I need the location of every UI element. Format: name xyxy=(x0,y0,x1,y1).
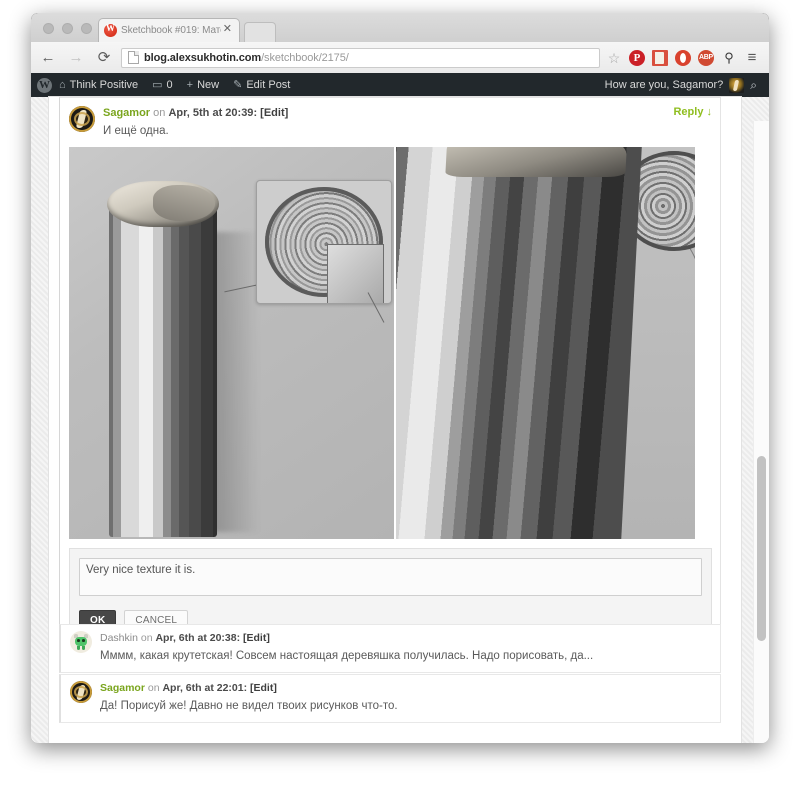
comment-root: Sagamor on Apr, 5th at 20:39: [Edit] И е… xyxy=(59,97,721,651)
desk-lamp-icon[interactable]: ⚲ xyxy=(721,50,737,66)
bookmark-star-icon[interactable]: ☆ xyxy=(606,50,622,66)
comment-meta: Sagamor on Apr, 6th at 22:01: [Edit] xyxy=(100,682,277,694)
adminbar-account-area: How are you, Sagamor? ⌕ xyxy=(605,77,769,93)
avatar[interactable] xyxy=(729,77,745,93)
tree-ring-wedge xyxy=(326,244,384,303)
adminbar-site-name[interactable]: ⌂ Think Positive xyxy=(52,73,145,97)
comment-header: Sagamor on Apr, 5th at 20:39: [Edit] И е… xyxy=(69,106,712,140)
chrome-menu-icon[interactable]: ≡ xyxy=(744,49,760,66)
new-tab-button[interactable] xyxy=(244,22,276,43)
close-window-button[interactable] xyxy=(43,23,54,34)
log-drawing-closeup xyxy=(396,147,643,539)
reply-textarea[interactable] xyxy=(79,558,702,596)
log-drawing xyxy=(107,181,219,537)
extension-icons: ☆ P ABP ⚲ ≡ xyxy=(606,49,769,66)
comment-edit-link[interactable]: [Edit] xyxy=(250,682,277,694)
comment-bubble-icon: ▭ xyxy=(152,78,163,91)
comments-count: 0 xyxy=(166,79,173,91)
browser-window: Sketchbook #019: Матери ✕ ← → ⟳ blog.ale… xyxy=(31,13,769,743)
comment-edit-link[interactable]: [Edit] xyxy=(260,107,288,119)
page-scrollbar[interactable] xyxy=(753,121,769,743)
comment-on-word: on xyxy=(147,682,160,694)
comment-header: Sagamor on Apr, 6th at 22:01: [Edit] Да!… xyxy=(70,681,712,715)
comment-date: Apr, 6th at 20:38 xyxy=(155,632,237,644)
edit-post-label: Edit Post xyxy=(246,79,291,91)
window-traffic-lights[interactable] xyxy=(43,23,92,34)
comment-author[interactable]: Dashkin xyxy=(100,632,138,644)
minimize-window-button[interactable] xyxy=(62,23,73,34)
comment-author[interactable]: Sagamor xyxy=(103,107,150,119)
reply-link[interactable]: Reply ↓ xyxy=(673,106,712,118)
comment-reply-sagamor: Sagamor on Apr, 6th at 22:01: [Edit] Да!… xyxy=(59,674,721,723)
greeting-label[interactable]: How are you, Sagamor? xyxy=(605,79,724,91)
sketch-image-log-overview[interactable] xyxy=(69,147,394,539)
maximize-window-button[interactable] xyxy=(81,23,92,34)
screenshot-root: Sketchbook #019: Матери ✕ ← → ⟳ blog.ale… xyxy=(0,0,800,795)
sketch-image-grain-closeup[interactable] xyxy=(396,147,695,539)
pencil-icon: ✎ xyxy=(233,78,243,91)
adminbar-edit-post[interactable]: ✎ Edit Post xyxy=(226,73,297,97)
page-viewport: W ⌂ Think Positive ▭ 0 + New ✎ Edit Post xyxy=(31,73,769,743)
comment-date: Apr, 6th at 22:01 xyxy=(162,682,244,694)
wordpress-admin-bar: W ⌂ Think Positive ▭ 0 + New ✎ Edit Post xyxy=(31,73,769,97)
avatar-leg xyxy=(82,645,85,651)
dashboard-icon: ⌂ xyxy=(59,78,66,91)
comment-date: Apr, 5th at 20:39 xyxy=(168,107,254,119)
browser-tab[interactable]: Sketchbook #019: Матери ✕ xyxy=(98,18,240,42)
browser-titlebar: Sketchbook #019: Матери ✕ xyxy=(31,13,769,43)
page-info-icon xyxy=(128,51,139,64)
back-icon[interactable]: ← xyxy=(37,47,59,69)
wordpress-favicon-icon xyxy=(104,23,117,37)
forward-icon[interactable]: → xyxy=(65,47,87,69)
reload-icon[interactable]: ⟳ xyxy=(93,47,115,69)
pinterest-icon[interactable]: P xyxy=(629,49,645,66)
comment-author[interactable]: Sagamor xyxy=(100,682,145,694)
adblock-plus-icon[interactable]: ABP xyxy=(698,49,714,66)
comment-body: Да! Порисуй же! Давно не видел твоих рис… xyxy=(100,700,398,712)
opera-icon[interactable] xyxy=(675,49,691,66)
comment-reply-dashkin: Dashkin on Apr, 6th at 20:38: [Edit] Ммм… xyxy=(59,624,721,673)
comment-body: Мммм, какая крутетская! Совсем настоящая… xyxy=(100,650,594,662)
comment-body: И ещё одна. xyxy=(103,125,169,137)
new-label: New xyxy=(197,79,220,91)
red-book-icon[interactable] xyxy=(652,49,668,66)
comment-edit-link[interactable]: [Edit] xyxy=(243,632,270,644)
comment-meta: Dashkin on Apr, 6th at 20:38: [Edit] xyxy=(100,632,270,644)
tree-ring-inset xyxy=(256,180,392,304)
avatar xyxy=(70,631,92,653)
scrollbar-thumb[interactable] xyxy=(757,456,766,641)
search-icon[interactable]: ⌕ xyxy=(750,78,763,93)
avatar-eye xyxy=(77,638,80,642)
url-host: blog.alexsukhotin.com xyxy=(144,51,262,64)
avatar xyxy=(69,106,95,132)
adminbar-new[interactable]: + New xyxy=(180,73,226,97)
avatar xyxy=(70,681,92,703)
comment-header: Dashkin on Apr, 6th at 20:38: [Edit] Ммм… xyxy=(70,631,712,665)
adminbar-comments[interactable]: ▭ 0 xyxy=(145,73,180,97)
page-background: Sagamor on Apr, 5th at 20:39: [Edit] И е… xyxy=(31,97,769,743)
browser-toolbar: ← → ⟳ blog.alexsukhotin.com/sketchbook/2… xyxy=(31,42,769,74)
comment-text-wrapper: Sagamor on Apr, 6th at 22:01: [Edit] Да!… xyxy=(100,681,712,715)
comment-on-word: on xyxy=(140,632,153,644)
content-sheet: Sagamor on Apr, 5th at 20:39: [Edit] И е… xyxy=(49,97,741,743)
url-path: /sketchbook/2175/ xyxy=(261,51,349,64)
site-name-label: Think Positive xyxy=(69,79,139,91)
comment-images xyxy=(69,147,712,539)
comment-text-wrapper: Dashkin on Apr, 6th at 20:38: [Edit] Ммм… xyxy=(100,631,712,665)
wordpress-logo-icon[interactable]: W xyxy=(37,77,52,93)
avatar-leg xyxy=(77,645,80,651)
comment-meta: Sagamor on Apr, 5th at 20:39: [Edit] xyxy=(103,107,289,119)
tab-title: Sketchbook #019: Матери xyxy=(121,25,221,36)
comment-text-wrapper: Sagamor on Apr, 5th at 20:39: [Edit] И е… xyxy=(103,106,712,140)
avatar-eye xyxy=(82,638,85,642)
close-icon[interactable]: ✕ xyxy=(221,24,234,37)
plus-icon: + xyxy=(186,78,194,91)
address-bar[interactable]: blog.alexsukhotin.com/sketchbook/2175/ xyxy=(121,47,600,68)
comment-on-word: on xyxy=(153,107,166,119)
